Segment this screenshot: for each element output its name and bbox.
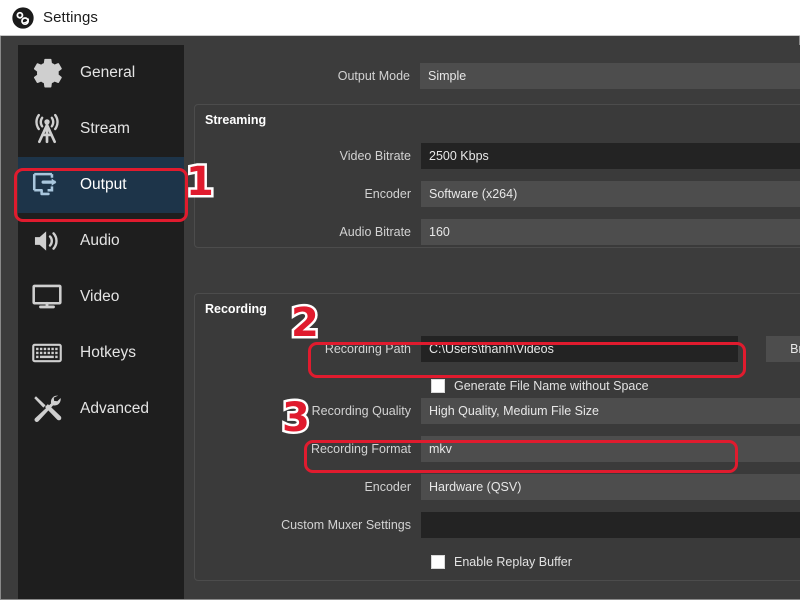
- video-bitrate-input[interactable]: 2500 Kbps: [421, 143, 800, 169]
- video-bitrate-label: Video Bitrate: [195, 149, 421, 163]
- sidebar-item-hotkeys[interactable]: Hotkeys: [18, 325, 184, 381]
- recording-quality-label: Recording Quality: [195, 404, 421, 418]
- sidebar-item-audio[interactable]: Audio: [18, 213, 184, 269]
- sidebar-item-general[interactable]: General: [18, 45, 184, 101]
- generate-filename-checkbox[interactable]: [431, 379, 445, 393]
- window-body: General Stream: [0, 36, 800, 600]
- streaming-group-title: Streaming: [195, 105, 800, 127]
- sidebar-item-label: Hotkeys: [80, 344, 136, 362]
- sidebar-item-label: Stream: [80, 120, 130, 138]
- streaming-group: Streaming Video Bitrate 2500 Kbps Encode…: [194, 104, 800, 248]
- sidebar-item-label: Audio: [80, 232, 120, 250]
- gear-icon: [28, 54, 66, 92]
- recording-format-label: Recording Format: [195, 442, 421, 456]
- output-settings-pane: Output Mode Simple Streaming Video Bitra…: [192, 45, 800, 599]
- obs-logo-icon: [12, 7, 34, 29]
- replay-buffer-checkbox-row[interactable]: Enable Replay Buffer: [195, 550, 800, 574]
- recording-quality-row: Recording Quality High Quality, Medium F…: [195, 398, 800, 424]
- browse-button[interactable]: Browse: [766, 336, 800, 362]
- recording-path-row: Recording Path C:\Users\thanh\Videos Bro…: [195, 336, 800, 362]
- audio-bitrate-select[interactable]: 160: [421, 219, 800, 245]
- output-mode-label: Output Mode: [194, 69, 420, 83]
- audio-bitrate-row: Audio Bitrate 160: [195, 219, 800, 245]
- recording-encoder-select[interactable]: Hardware (QSV): [421, 474, 800, 500]
- recording-group-title: Recording: [195, 294, 800, 316]
- keyboard-icon: [28, 334, 66, 372]
- recording-encoder-label: Encoder: [195, 480, 421, 494]
- replay-buffer-checkbox[interactable]: [431, 555, 445, 569]
- sidebar-item-label: Video: [80, 288, 119, 306]
- window-titlebar: Settings: [0, 0, 800, 36]
- settings-sidebar: General Stream: [18, 45, 184, 599]
- sidebar-item-label: Output: [80, 176, 127, 194]
- settings-window: Settings General: [0, 0, 800, 600]
- audio-bitrate-label: Audio Bitrate: [195, 225, 421, 239]
- recording-encoder-row: Encoder Hardware (QSV): [195, 474, 800, 500]
- speaker-icon: [28, 222, 66, 260]
- sidebar-item-stream[interactable]: Stream: [18, 101, 184, 157]
- custom-muxer-row: Custom Muxer Settings: [195, 512, 800, 538]
- generate-filename-checkbox-row[interactable]: Generate File Name without Space: [195, 374, 800, 398]
- recording-path-label: Recording Path: [195, 342, 421, 356]
- output-mode-row: Output Mode Simple: [194, 63, 800, 89]
- streaming-encoder-row: Encoder Software (x264): [195, 181, 800, 207]
- monitor-icon: [28, 278, 66, 316]
- window-title: Settings: [43, 9, 98, 26]
- sidebar-item-label: Advanced: [80, 400, 149, 418]
- streaming-encoder-label: Encoder: [195, 187, 421, 201]
- recording-quality-select[interactable]: High Quality, Medium File Size: [421, 398, 800, 424]
- broadcast-tower-icon: [28, 110, 66, 148]
- recording-group: Recording Recording Path C:\Users\thanh\…: [194, 293, 800, 581]
- video-bitrate-row: Video Bitrate 2500 Kbps: [195, 143, 800, 169]
- recording-format-row: Recording Format mkv: [195, 436, 800, 462]
- custom-muxer-label: Custom Muxer Settings: [195, 518, 421, 532]
- sidebar-item-output[interactable]: Output: [18, 157, 184, 213]
- sidebar-item-advanced[interactable]: Advanced: [18, 381, 184, 437]
- custom-muxer-input[interactable]: [421, 512, 800, 538]
- replay-buffer-label: Enable Replay Buffer: [454, 555, 572, 569]
- monitor-arrow-icon: [28, 166, 66, 204]
- sidebar-item-label: General: [80, 64, 135, 82]
- generate-filename-label: Generate File Name without Space: [454, 379, 649, 393]
- streaming-encoder-select[interactable]: Software (x264): [421, 181, 800, 207]
- recording-path-input[interactable]: C:\Users\thanh\Videos: [421, 336, 738, 362]
- sidebar-item-video[interactable]: Video: [18, 269, 184, 325]
- wrench-screwdriver-icon: [28, 390, 66, 428]
- output-mode-select[interactable]: Simple: [420, 63, 800, 89]
- recording-format-select[interactable]: mkv: [421, 436, 800, 462]
